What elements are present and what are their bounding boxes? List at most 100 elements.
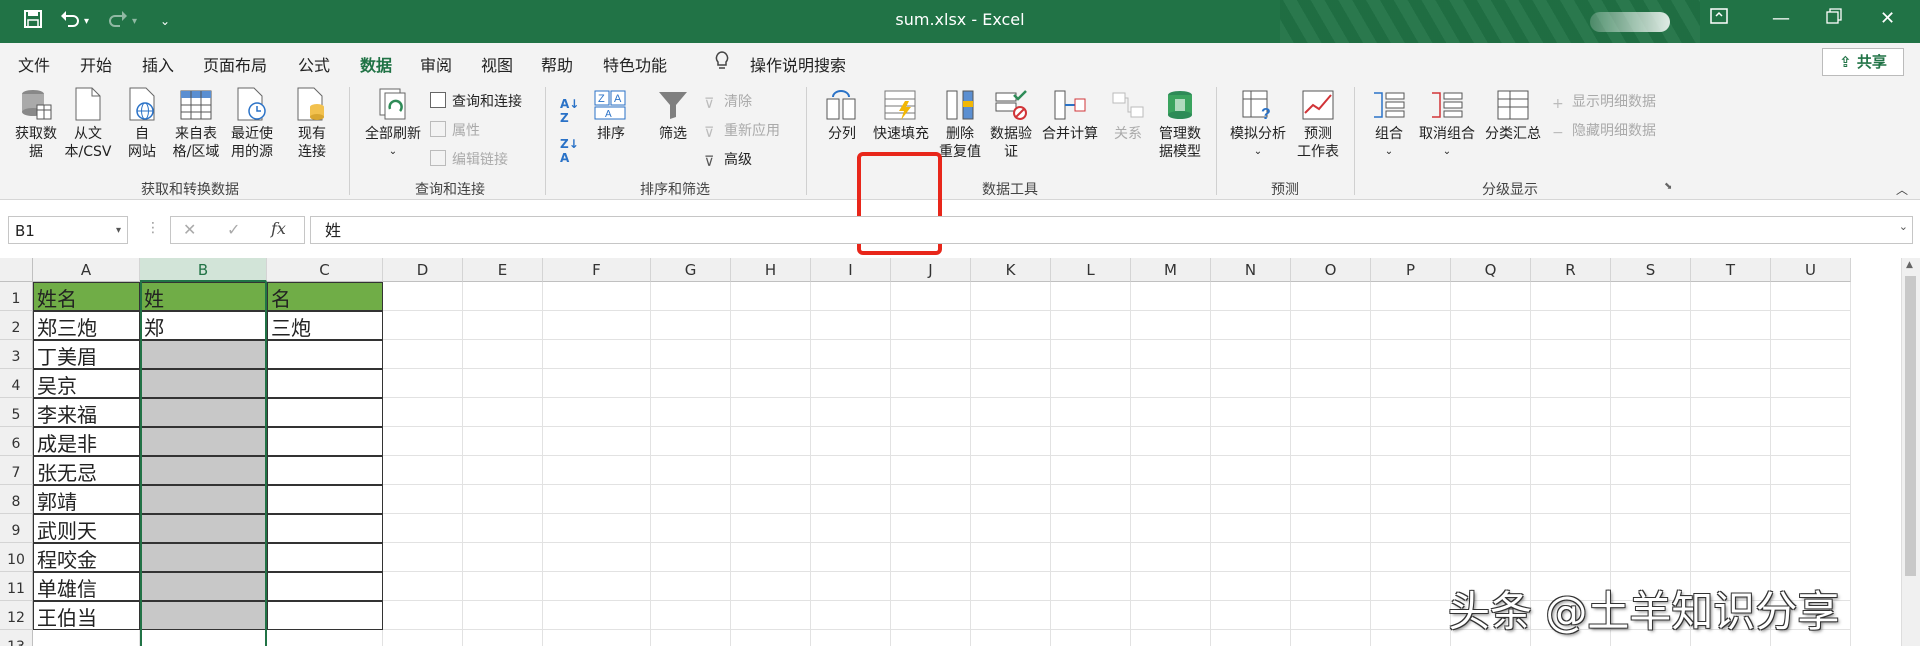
cell-E6[interactable] [463,427,543,456]
cell-D10[interactable] [383,543,463,572]
cell-Q1[interactable] [1451,282,1531,311]
cell-C11[interactable] [267,572,383,601]
from-csv-button[interactable]: 从文 本/CSV [62,87,114,161]
queries-connections-button[interactable]: 查询和连接 [430,91,522,111]
cell-C5[interactable] [267,398,383,427]
cell-G12[interactable] [651,601,731,630]
cell-R4[interactable] [1531,369,1611,398]
column-header[interactable]: I [811,258,891,282]
cell-M1[interactable] [1131,282,1211,311]
edit-links-button[interactable]: 编辑链接 [430,149,508,169]
cell-B4[interactable] [140,369,267,398]
tab-special-features[interactable]: 特色功能 [603,52,667,76]
cell-L13[interactable] [1051,630,1131,646]
cell-C4[interactable] [267,369,383,398]
cell-K1[interactable] [971,282,1051,311]
cell-T3[interactable] [1691,340,1771,369]
cell-M12[interactable] [1131,601,1211,630]
cell-Q3[interactable] [1451,340,1531,369]
cell-M6[interactable] [1131,427,1211,456]
row-header[interactable]: 8 [0,485,33,514]
forecast-sheet-button[interactable]: 预测 工作表 [1292,89,1344,161]
cell-G2[interactable] [651,311,731,340]
column-header[interactable]: A [33,258,140,282]
cell-U5[interactable] [1771,398,1851,427]
cell-E12[interactable] [463,601,543,630]
cell-B5[interactable] [140,398,267,427]
restore-icon[interactable] [1826,8,1842,29]
cell-K2[interactable] [971,311,1051,340]
column-header[interactable]: E [463,258,543,282]
tab-file[interactable]: 文件 [18,52,50,76]
row-header[interactable]: 4 [0,369,33,398]
cell-A8[interactable]: 郭靖 [33,485,140,514]
cell-N4[interactable] [1211,369,1291,398]
sort-button[interactable]: ZAA 排序 [588,89,634,143]
cell-I1[interactable] [811,282,891,311]
cell-G3[interactable] [651,340,731,369]
row-header[interactable]: 9 [0,514,33,543]
cell-M8[interactable] [1131,485,1211,514]
cell-Q4[interactable] [1451,369,1531,398]
cell-J11[interactable] [891,572,971,601]
cell-R1[interactable] [1531,282,1611,311]
cell-P4[interactable] [1371,369,1451,398]
cell-K13[interactable] [971,630,1051,646]
cell-I12[interactable] [811,601,891,630]
cell-U7[interactable] [1771,456,1851,485]
cell-U2[interactable] [1771,311,1851,340]
collapse-ribbon-icon[interactable]: ︿ [1896,181,1908,198]
cell-J3[interactable] [891,340,971,369]
clear-button[interactable]: ⊽ 清除 [704,91,752,112]
cell-D9[interactable] [383,514,463,543]
what-if-analysis-button[interactable]: ? 模拟分析 ⌄ [1226,89,1290,161]
cell-I5[interactable] [811,398,891,427]
cell-I4[interactable] [811,369,891,398]
advanced-button[interactable]: ⊽ 高级 [704,149,752,170]
relationships-button[interactable]: 关系 [1104,89,1152,143]
cell-R6[interactable] [1531,427,1611,456]
cell-C7[interactable] [267,456,383,485]
cell-F4[interactable] [543,369,651,398]
cell-P10[interactable] [1371,543,1451,572]
cell-J6[interactable] [891,427,971,456]
share-button[interactable]: ⇪ 共享 [1822,48,1904,76]
cell-F2[interactable] [543,311,651,340]
cell-N12[interactable] [1211,601,1291,630]
cell-G9[interactable] [651,514,731,543]
scroll-up-icon[interactable]: ▲ [1906,260,1913,270]
cell-J12[interactable] [891,601,971,630]
cell-T10[interactable] [1691,543,1771,572]
cell-B9[interactable] [140,514,267,543]
cell-H7[interactable] [731,456,811,485]
cell-T5[interactable] [1691,398,1771,427]
cell-C9[interactable] [267,514,383,543]
tab-insert[interactable]: 插入 [142,52,174,76]
cell-C3[interactable] [267,340,383,369]
row-header[interactable]: 3 [0,340,33,369]
cell-O12[interactable] [1291,601,1371,630]
cell-G7[interactable] [651,456,731,485]
cell-D7[interactable] [383,456,463,485]
cell-H13[interactable] [731,630,811,646]
insert-function-icon[interactable]: fx [271,219,286,238]
cell-B8[interactable] [140,485,267,514]
cell-H3[interactable] [731,340,811,369]
cell-Q10[interactable] [1451,543,1531,572]
cell-A3[interactable]: 丁美眉 [33,340,140,369]
cell-D8[interactable] [383,485,463,514]
cell-B13[interactable] [140,630,267,646]
cell-D11[interactable] [383,572,463,601]
ribbon-display-icon[interactable] [1710,8,1728,29]
column-header[interactable]: Q [1451,258,1531,282]
cell-E5[interactable] [463,398,543,427]
cell-P11[interactable] [1371,572,1451,601]
cell-E13[interactable] [463,630,543,646]
cell-I2[interactable] [811,311,891,340]
cell-N11[interactable] [1211,572,1291,601]
lightbulb-icon[interactable] [714,51,730,75]
cell-D5[interactable] [383,398,463,427]
cell-L11[interactable] [1051,572,1131,601]
minimize-icon[interactable]: — [1772,8,1790,29]
cell-I3[interactable] [811,340,891,369]
